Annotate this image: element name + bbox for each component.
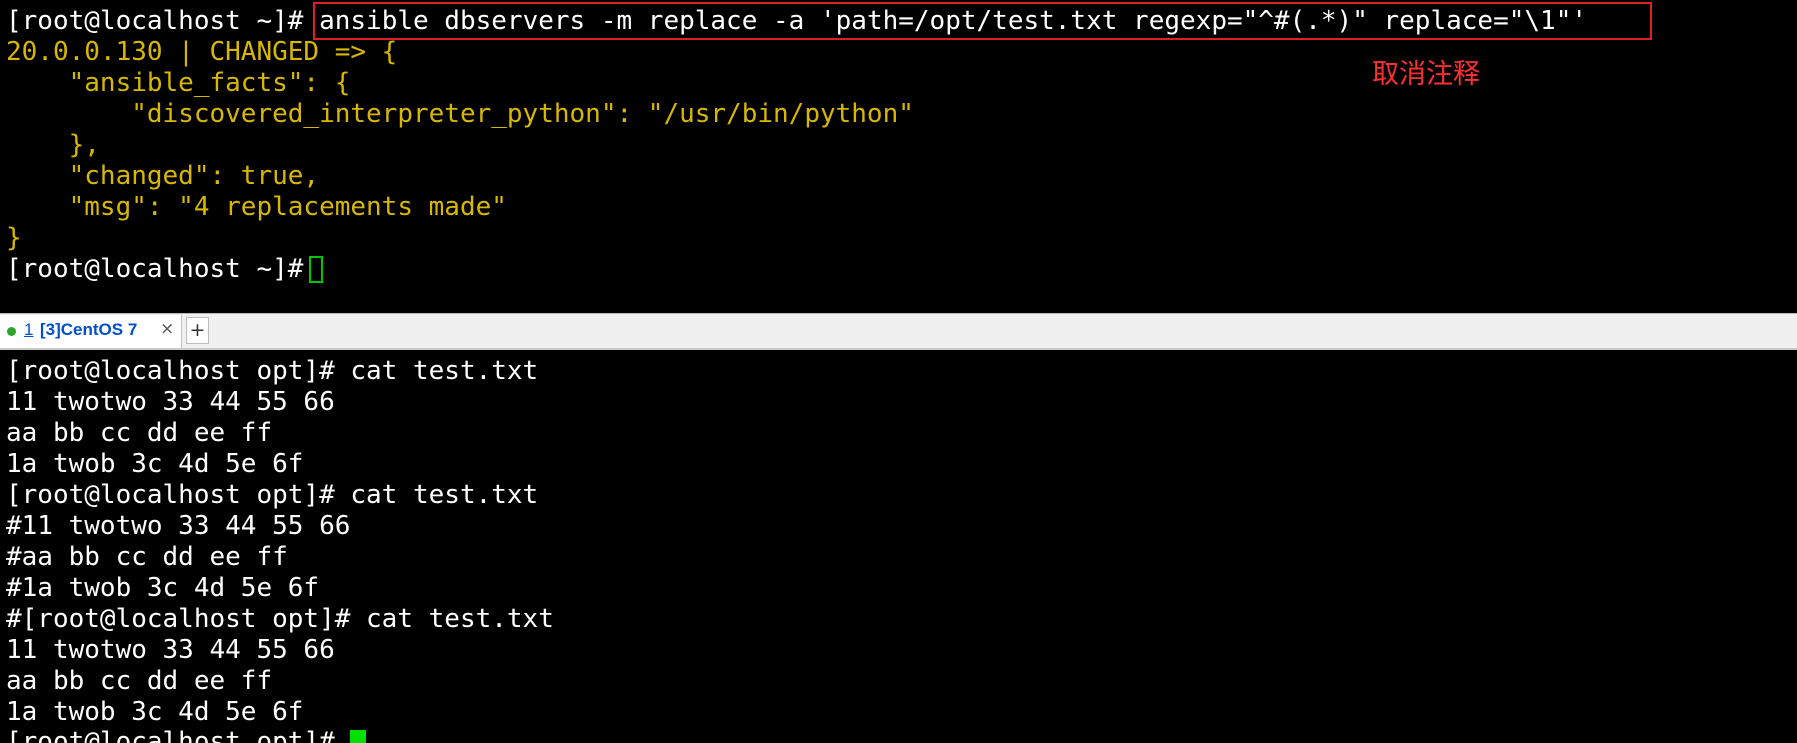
command-highlight-box xyxy=(313,2,1652,40)
terminal-line: aa bb cc dd ee ff xyxy=(6,418,273,448)
output-line: "msg": "4 replacements made" xyxy=(6,192,507,222)
tab-centos-7[interactable]: 1 [3]CentOS 7 × xyxy=(0,315,182,348)
terminal-line: 1a twob 3c 4d 5e 6f xyxy=(6,697,304,727)
terminal-line: 11 twotwo 33 44 55 66 xyxy=(6,635,335,665)
prompt: [root@localhost opt]# xyxy=(6,727,335,743)
output-line: "ansible_facts": { xyxy=(6,68,351,98)
final-prompt-line: [root@localhost opt]# xyxy=(6,727,367,743)
tab-number: 1 xyxy=(24,320,34,339)
annotation-label: 取消注释 xyxy=(1372,59,1480,90)
prompt: [root@localhost ~]# xyxy=(6,254,304,284)
final-prompt-line: [root@localhost ~]# xyxy=(6,254,324,285)
add-tab-button[interactable]: + xyxy=(186,317,209,344)
prompt: [root@localhost ~]# xyxy=(6,6,304,36)
output-line: "changed": true, xyxy=(6,161,320,191)
terminal-line: 11 twotwo 33 44 55 66 xyxy=(6,387,335,417)
output-line: 20.0.0.130 | CHANGED => { xyxy=(6,37,398,67)
terminal-window: [root@localhost ~]# ansible dbservers -m… xyxy=(0,0,1797,743)
terminal-line: 1a twob 3c 4d 5e 6f xyxy=(6,449,304,479)
terminal-line: #[root@localhost opt]# cat test.txt xyxy=(6,604,554,634)
tab-title: [3]CentOS 7 xyxy=(40,320,138,339)
output-line: "discovered_interpreter_python": "/usr/b… xyxy=(6,99,914,129)
output-line: } xyxy=(6,223,22,253)
terminal-line: [root@localhost opt]# cat test.txt xyxy=(6,480,539,510)
close-icon[interactable]: × xyxy=(160,319,174,339)
bottom-terminal-pane[interactable]: [root@localhost opt]# cat test.txt 11 tw… xyxy=(0,350,1797,743)
cursor xyxy=(309,256,324,283)
terminal-line: aa bb cc dd ee ff xyxy=(6,666,273,696)
terminal-line: #1a twob 3c 4d 5e 6f xyxy=(6,573,320,603)
top-terminal-pane[interactable]: [root@localhost ~]# ansible dbservers -m… xyxy=(0,0,1797,313)
cursor xyxy=(350,729,367,743)
session-tab-bar: 1 [3]CentOS 7 × + xyxy=(0,313,1797,350)
terminal-line: #11 twotwo 33 44 55 66 xyxy=(6,511,351,541)
output-line: }, xyxy=(6,130,100,160)
terminal-line: #aa bb cc dd ee ff xyxy=(6,542,288,572)
connection-status-icon xyxy=(7,327,16,336)
terminal-line: [root@localhost opt]# cat test.txt xyxy=(6,356,539,386)
